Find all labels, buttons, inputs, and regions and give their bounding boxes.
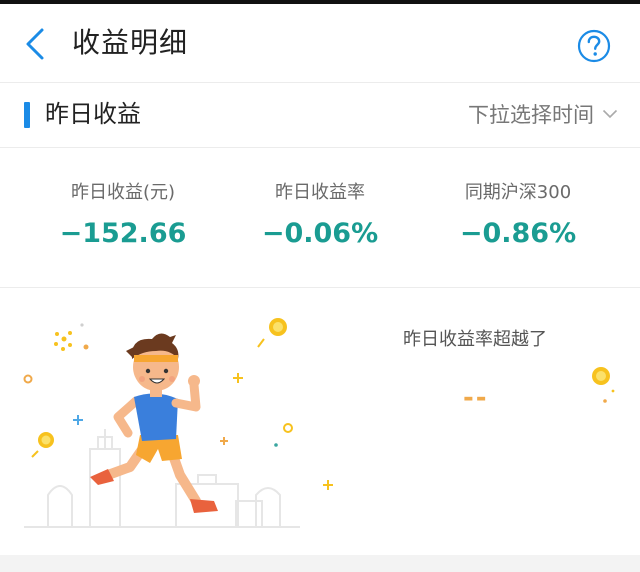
divider: [0, 147, 640, 148]
chevron-down-icon: [602, 109, 618, 119]
time-select-dropdown[interactable]: 下拉选择时间: [468, 95, 618, 133]
beat-panel: 昨日收益率超越了 --: [0, 289, 640, 555]
stat-hs300: 同期沪深300 −0.86%: [418, 178, 618, 254]
section-title: 昨日收益: [45, 100, 141, 128]
chevron-left-icon: [26, 28, 44, 60]
stat-label: 同期沪深300: [464, 182, 572, 203]
stat-yesterday-income: 昨日收益(元) −152.66: [23, 178, 223, 254]
bottom-band: [0, 555, 640, 572]
help-button[interactable]: [576, 28, 612, 64]
stat-yesterday-return-rate: 昨日收益率 −0.06%: [220, 178, 420, 254]
back-button[interactable]: [14, 22, 58, 66]
coin-icon: [592, 367, 615, 403]
section-header: 昨日收益 下拉选择时间: [0, 84, 640, 146]
section-accent-bar: [24, 102, 30, 128]
beat-label: 昨日收益率超越了: [403, 329, 547, 350]
question-circle-icon: [577, 29, 611, 63]
stat-label: 昨日收益(元): [70, 182, 176, 203]
stat-value: −0.06%: [261, 218, 379, 249]
runner-illustration: [23, 318, 333, 528]
time-select-label: 下拉选择时间: [468, 103, 594, 127]
divider: [0, 287, 640, 288]
stat-value: −152.66: [59, 218, 187, 249]
stat-value: −0.86%: [459, 218, 577, 249]
page-title: 收益明细: [72, 26, 189, 59]
stat-label: 昨日收益率: [275, 182, 365, 203]
beat-value: --: [463, 383, 489, 413]
app-header: 收益明细: [0, 4, 640, 82]
stats-panel: 昨日收益(元) −152.66 昨日收益率 −0.06% 同期沪深300 −0.…: [0, 150, 640, 286]
divider: [0, 82, 640, 83]
